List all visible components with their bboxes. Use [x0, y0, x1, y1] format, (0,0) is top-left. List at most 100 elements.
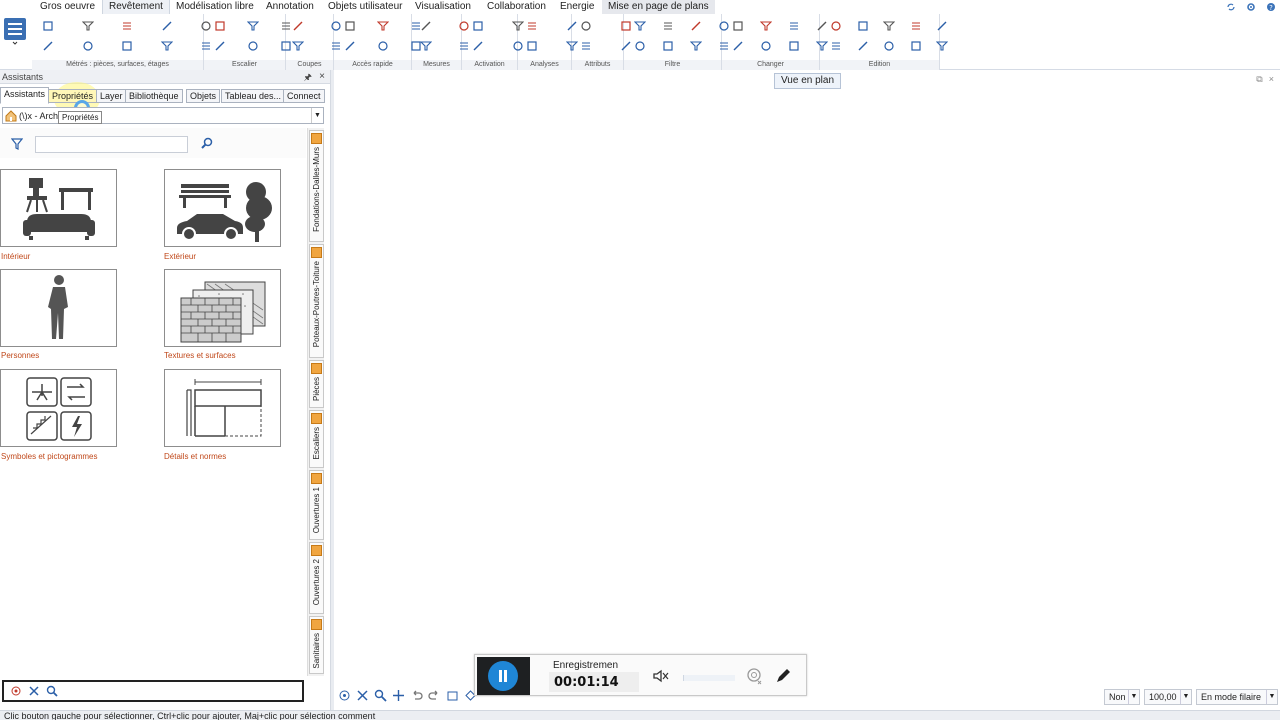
close-icon[interactable]: ×: [319, 70, 325, 84]
zoom-icon[interactable]: [374, 689, 387, 702]
ribbon-tool-icon[interactable]: [788, 40, 800, 52]
ribbon-tool-icon[interactable]: [662, 40, 674, 52]
ribbon-tool-icon[interactable]: [330, 40, 342, 52]
tile-symboles[interactable]: [0, 369, 117, 447]
tile-label-personnes[interactable]: Personnes: [1, 351, 39, 360]
ribbon-tool-icon[interactable]: [344, 20, 356, 32]
ribbon-tool-icon[interactable]: [200, 20, 212, 32]
ribbon-tool-icon[interactable]: [82, 40, 94, 52]
window-icon[interactable]: [446, 689, 459, 702]
app-menu-icon[interactable]: [2, 16, 28, 46]
ribbon-tool-icon[interactable]: [377, 20, 389, 32]
ribbon-tool-icon[interactable]: [458, 20, 470, 32]
ribbon-tool-icon[interactable]: [247, 40, 259, 52]
ribbon-tool-icon[interactable]: [788, 20, 800, 32]
tab-connect[interactable]: Connect: [283, 89, 325, 103]
zoom-icon[interactable]: [46, 685, 58, 697]
ribbon-tool-icon[interactable]: [830, 20, 842, 32]
tab-objets[interactable]: Objets: [186, 89, 221, 103]
ribbon-tool-icon[interactable]: [42, 20, 54, 32]
ribbon-tool-icon[interactable]: [121, 20, 133, 32]
cross-icon[interactable]: [28, 685, 40, 697]
plan-view-canvas[interactable]: [334, 70, 1280, 710]
ribbon-tool-icon[interactable]: [512, 40, 524, 52]
menu-revetement[interactable]: Revêtement: [102, 0, 170, 14]
ribbon-tool-icon[interactable]: [883, 40, 895, 52]
ribbon-tool-icon[interactable]: [280, 20, 292, 32]
ribbon-tool-icon[interactable]: [910, 40, 922, 52]
chevron-down-icon[interactable]: ▼: [311, 108, 323, 123]
ribbon-tool-icon[interactable]: [718, 40, 730, 52]
vtab-fondations[interactable]: Fondations-Dalles-Murs: [309, 130, 324, 242]
filter-icon[interactable]: [10, 138, 24, 150]
menu-modelisation-libre[interactable]: Modélisation libre: [170, 0, 260, 14]
status-combo-non[interactable]: Non ▼: [1104, 689, 1140, 705]
ribbon-tool-icon[interactable]: [883, 20, 895, 32]
ribbon-tool-icon[interactable]: [690, 20, 702, 32]
ribbon-tool-icon[interactable]: [82, 20, 94, 32]
restore-window-icon[interactable]: ⧉: [1256, 74, 1262, 85]
tile-label-symboles[interactable]: Symboles et pictogrammes: [1, 452, 97, 461]
ribbon-tool-icon[interactable]: [732, 40, 744, 52]
ribbon-tool-icon[interactable]: [634, 20, 646, 32]
ribbon-tool-icon[interactable]: [760, 20, 772, 32]
speaker-mute-icon[interactable]: [651, 667, 669, 685]
ribbon-tool-icon[interactable]: [857, 40, 869, 52]
tile-textures[interactable]: [164, 269, 281, 347]
snap-target-icon[interactable]: [338, 689, 351, 702]
ribbon-tool-icon[interactable]: [760, 40, 772, 52]
volume-slider[interactable]: [683, 675, 735, 681]
menu-energie[interactable]: Energie: [554, 0, 600, 14]
status-combo-display-mode[interactable]: En mode filaire ▼: [1196, 689, 1278, 705]
ribbon-tool-icon[interactable]: [247, 20, 259, 32]
ribbon-tool-icon[interactable]: [121, 40, 133, 52]
ribbon-tool-icon[interactable]: [620, 20, 632, 32]
menu-annotation[interactable]: Annotation: [260, 0, 320, 14]
ribbon-tool-icon[interactable]: [662, 20, 674, 32]
ribbon-tool-icon[interactable]: [292, 20, 304, 32]
ribbon-tool-icon[interactable]: [280, 40, 292, 52]
ribbon-tool-icon[interactable]: [526, 40, 538, 52]
ribbon-tool-icon[interactable]: [910, 20, 922, 32]
tile-interieur[interactable]: [0, 169, 117, 247]
ribbon-tool-icon[interactable]: [936, 40, 948, 52]
tab-tableau[interactable]: Tableau des...: [221, 89, 286, 103]
close-view-icon[interactable]: ×: [1269, 74, 1274, 85]
menu-visualisation[interactable]: Visualisation: [409, 0, 477, 14]
ribbon-tool-icon[interactable]: [42, 40, 54, 52]
menu-collaboration[interactable]: Collaboration: [481, 0, 552, 14]
menu-objets-utilisateur[interactable]: Objets utilisateur: [322, 0, 408, 14]
cross-icon[interactable]: [356, 689, 369, 702]
tab-proprietes[interactable]: Propriétés: [48, 89, 98, 103]
pen-icon[interactable]: [774, 667, 792, 685]
vtab-ouvertures-2[interactable]: Ouvertures 2: [309, 542, 324, 614]
ribbon-tool-icon[interactable]: [732, 20, 744, 32]
pan-icon[interactable]: [392, 689, 405, 702]
pin-icon[interactable]: 🖈: [304, 70, 312, 84]
menu-mise-en-page-de-plans[interactable]: Mise en page de plans: [602, 0, 715, 14]
ribbon-tool-icon[interactable]: [857, 20, 869, 32]
ribbon-tool-icon[interactable]: [458, 40, 470, 52]
tile-exterieur[interactable]: [164, 169, 281, 247]
ribbon-tool-icon[interactable]: [214, 40, 226, 52]
assistant-library-combo[interactable]: (\)x - Arch ▼: [2, 107, 324, 124]
vtab-sanitaires[interactable]: Sanitaires: [309, 616, 324, 674]
ribbon-tool-icon[interactable]: [830, 40, 842, 52]
tile-label-details[interactable]: Détails et normes: [164, 452, 226, 461]
tab-layer[interactable]: Layer: [96, 89, 127, 103]
tile-label-interieur[interactable]: Intérieur: [1, 252, 30, 261]
vtab-pieces[interactable]: Pièces: [309, 360, 324, 408]
ribbon-tool-icon[interactable]: [472, 40, 484, 52]
ribbon-tool-icon[interactable]: [634, 40, 646, 52]
ribbon-tool-icon[interactable]: [690, 40, 702, 52]
ribbon-tool-icon[interactable]: [580, 40, 592, 52]
ribbon-tool-icon[interactable]: [816, 40, 828, 52]
ribbon-tool-icon[interactable]: [816, 20, 828, 32]
ribbon-tool-icon[interactable]: [420, 40, 432, 52]
ribbon-tool-icon[interactable]: [344, 40, 356, 52]
vtab-escaliers[interactable]: Escaliers: [309, 410, 324, 468]
vtab-ouvertures-1[interactable]: Ouvertures 1: [309, 470, 324, 540]
tile-label-exterieur[interactable]: Extérieur: [164, 252, 196, 261]
snap-target-icon[interactable]: [10, 685, 22, 697]
ribbon-tool-icon[interactable]: [566, 40, 578, 52]
